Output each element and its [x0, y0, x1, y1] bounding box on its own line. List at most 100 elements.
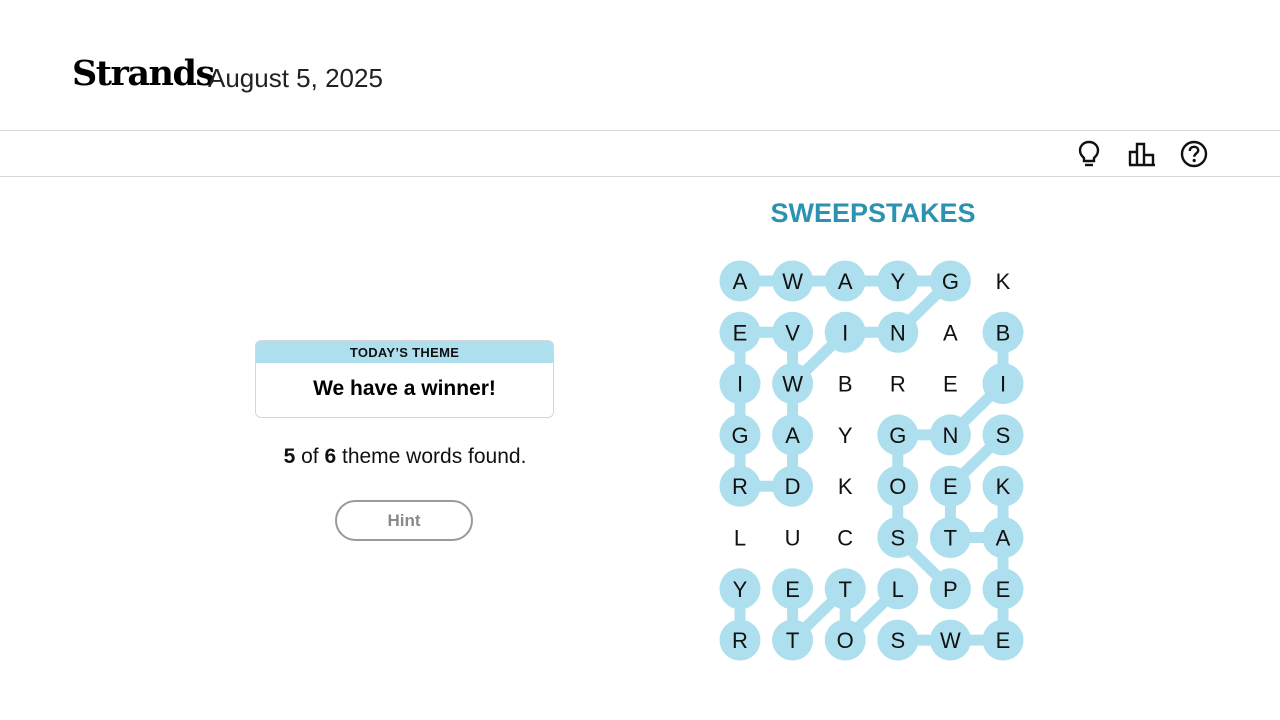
letter-char: N — [942, 423, 958, 448]
letter-char: R — [890, 372, 906, 397]
letter-tile[interactable]: A — [982, 517, 1024, 558]
letter-tile[interactable]: L — [720, 517, 761, 558]
theme-label: TODAY’S THEME — [256, 341, 553, 363]
letter-char: T — [786, 628, 799, 653]
letter-tile[interactable]: E — [929, 465, 971, 507]
letter-char: N — [890, 320, 906, 345]
letter-char: A — [943, 320, 958, 345]
letter-char: Y — [890, 269, 905, 294]
puzzle-date: August 5, 2025 — [208, 63, 383, 93]
letter-tile[interactable]: C — [825, 517, 866, 558]
letter-char: K — [838, 474, 853, 499]
found-count: 5 — [283, 445, 296, 468]
letter-char: T — [944, 526, 957, 551]
letter-tile[interactable]: T — [929, 517, 971, 558]
stats-button[interactable] — [1126, 138, 1158, 170]
letter-char: U — [785, 526, 801, 551]
letter-tile[interactable]: A — [772, 414, 814, 456]
letter-tile[interactable]: Y — [719, 568, 761, 610]
letter-char: W — [782, 372, 803, 397]
letter-tile[interactable]: Y — [877, 260, 919, 302]
letter-tile[interactable]: N — [877, 311, 919, 353]
letter-char: Y — [838, 423, 853, 448]
letter-tile[interactable]: P — [929, 568, 971, 610]
letter-tile[interactable]: E — [982, 568, 1024, 610]
letter-tile[interactable]: R — [877, 363, 918, 404]
letter-char: G — [942, 269, 959, 294]
letter-char: R — [732, 474, 748, 499]
letter-char: K — [996, 474, 1011, 499]
letter-tile[interactable]: E — [982, 619, 1024, 661]
letter-char: V — [785, 320, 800, 345]
hint-lightbulb-button[interactable] — [1073, 138, 1105, 170]
theme-text: We have a winner! — [313, 377, 496, 400]
letter-grid[interactable]: A W A Y G K E V I N A B I W B R E I G A Y G N S R D K O E K L U C S T A Y E T L… — [700, 250, 1046, 670]
letter-tile[interactable]: Y — [825, 414, 866, 455]
letter-tile[interactable]: V — [772, 311, 814, 353]
letter-tile[interactable]: W — [772, 260, 814, 302]
letter-tile[interactable]: B — [982, 311, 1024, 353]
letter-char: S — [890, 526, 905, 551]
letter-tile[interactable]: T — [772, 619, 814, 661]
letter-char: E — [943, 372, 958, 397]
letter-char: C — [837, 526, 853, 551]
letter-tile[interactable]: I — [824, 311, 866, 353]
letter-tile[interactable]: T — [824, 568, 866, 610]
letter-char: E — [943, 474, 958, 499]
letter-tile[interactable]: I — [982, 363, 1024, 405]
bar-chart-icon — [1128, 142, 1155, 167]
letter-tile[interactable]: I — [719, 363, 761, 405]
game-title: Strands — [72, 53, 215, 94]
letter-char: I — [1000, 372, 1006, 397]
letter-tile[interactable]: A — [824, 260, 866, 302]
letter-char: I — [737, 372, 743, 397]
letter-char: Y — [733, 577, 748, 602]
letter-tile[interactable]: K — [825, 466, 866, 507]
letter-char: E — [996, 577, 1011, 602]
total-count: 6 — [324, 445, 337, 468]
letter-tile[interactable]: K — [983, 261, 1024, 302]
letter-char: L — [734, 526, 746, 551]
letter-char: R — [732, 628, 748, 653]
letter-tile[interactable]: W — [929, 619, 971, 661]
letter-tile[interactable]: S — [982, 414, 1024, 456]
progress-suffix: theme words found. — [341, 445, 527, 468]
letter-tile[interactable]: W — [772, 363, 814, 405]
letter-tile[interactable]: A — [930, 312, 971, 353]
header: Strands August 5, 2025 — [0, 0, 1280, 131]
letter-tile[interactable]: E — [772, 568, 814, 610]
letter-tile[interactable]: N — [929, 414, 971, 456]
letter-tile[interactable]: E — [719, 311, 761, 353]
letter-char: O — [889, 474, 906, 499]
letter-tile[interactable]: R — [719, 465, 761, 507]
letter-tile[interactable]: R — [719, 619, 761, 661]
letter-char: E — [785, 577, 800, 602]
help-button[interactable] — [1178, 138, 1210, 170]
letter-tile[interactable]: G — [877, 414, 919, 456]
letter-tile[interactable]: D — [772, 465, 814, 507]
letter-tile[interactable]: O — [824, 619, 866, 661]
letter-char: B — [838, 372, 853, 397]
help-circle-icon — [1180, 140, 1208, 168]
letter-tile[interactable]: E — [930, 363, 971, 404]
letter-char: S — [890, 628, 905, 653]
letter-char: B — [996, 320, 1011, 345]
progress-text: 5 of 6 theme words found. — [230, 444, 580, 470]
letter-tile[interactable]: G — [929, 260, 971, 302]
hint-button[interactable]: Hint — [335, 500, 473, 541]
letter-tile[interactable]: U — [772, 517, 813, 558]
toolbar — [0, 130, 1280, 177]
letter-tile[interactable]: B — [825, 363, 866, 404]
letter-char: D — [785, 474, 801, 499]
letter-tile[interactable]: G — [719, 414, 761, 456]
letter-char: A — [733, 269, 748, 294]
lightbulb-icon — [1078, 140, 1100, 167]
letter-tile[interactable]: S — [877, 517, 919, 558]
letter-tile[interactable]: K — [982, 465, 1024, 507]
letter-tile[interactable]: A — [719, 260, 761, 302]
letter-char: K — [996, 269, 1011, 294]
letter-tile[interactable]: S — [877, 619, 919, 661]
letter-char: W — [782, 269, 803, 294]
letter-tile[interactable]: O — [877, 465, 919, 507]
letter-tile[interactable]: L — [877, 568, 919, 610]
